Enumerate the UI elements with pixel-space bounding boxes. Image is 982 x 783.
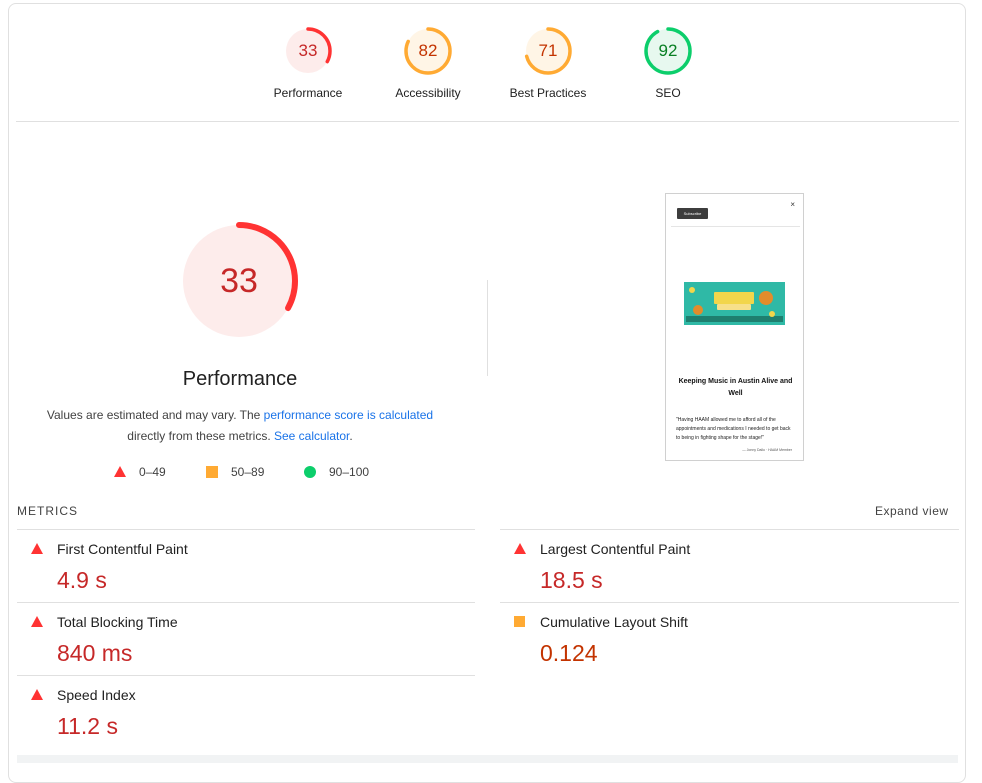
score-gauges: 33 Performance 82 Accessibility 71 Best …	[0, 0, 982, 125]
gauge-label: Performance	[273, 86, 343, 100]
metric-name: Largest Contentful Paint	[540, 541, 691, 557]
legend-fail: 0–49	[114, 465, 166, 479]
metric-value: 4.9 s	[57, 567, 107, 593]
legend-range: 0–49	[139, 465, 166, 479]
desc-text: .	[349, 429, 353, 443]
metric-name: Total Blocking Time	[57, 614, 178, 630]
triangle-icon	[31, 543, 43, 554]
gauge-seo[interactable]: 92 SEO	[613, 26, 723, 100]
bottom-bar	[17, 755, 958, 763]
desc-text: Values are estimated and may vary. The	[46, 408, 264, 422]
performance-gauge-large: 33	[178, 220, 300, 342]
score-calculated-link[interactable]: performance score is calculated	[264, 408, 433, 422]
gauge-performance[interactable]: 33 Performance	[253, 26, 363, 100]
gauge-score: 82	[418, 41, 438, 60]
metric-name: Speed Index	[57, 687, 136, 703]
metric-speed-index: Speed Index 11.2 s	[17, 679, 457, 749]
square-icon	[514, 616, 525, 627]
circle-icon	[304, 466, 316, 478]
metric-total-blocking-time: Total Blocking Time 840 ms	[17, 606, 457, 676]
performance-score: 33	[220, 262, 258, 300]
gauge-score: 92	[658, 41, 678, 60]
legend-range: 90–100	[329, 465, 370, 479]
metric-largest-contentful-paint: Largest Contentful Paint 18.5 s	[500, 533, 940, 603]
divider	[16, 121, 959, 122]
divider	[17, 529, 475, 530]
metric-name: Cumulative Layout Shift	[540, 614, 688, 630]
performance-description: Values are estimated and may vary. The p…	[40, 405, 440, 447]
divider	[671, 226, 800, 227]
gauge-label: Accessibility	[395, 86, 461, 100]
close-icon: ×	[790, 200, 795, 209]
square-icon	[206, 466, 218, 478]
metric-cumulative-layout-shift: Cumulative Layout Shift 0.124	[500, 606, 940, 676]
screenshot-cite: — Jonny Dallo · HAAM Member	[742, 448, 792, 452]
metric-value: 18.5 s	[540, 567, 603, 593]
divider	[500, 529, 959, 530]
gauge-accessibility[interactable]: 82 Accessibility	[373, 26, 483, 100]
gauge-label: Best Practices	[509, 86, 587, 100]
metric-value: 0.124	[540, 640, 598, 666]
desc-text: directly from these metrics.	[127, 429, 274, 443]
gauge-label: SEO	[655, 86, 681, 100]
final-screenshot[interactable]: Subscribe × Keeping Music in Austin Aliv…	[665, 193, 804, 461]
legend-pass: 90–100	[304, 465, 369, 479]
gauge-score: 33	[298, 41, 318, 60]
performance-title: Performance	[182, 368, 298, 390]
gauge-score: 71	[538, 41, 558, 60]
metrics-heading: METRICS	[17, 504, 78, 518]
metric-value: 840 ms	[57, 640, 133, 666]
triangle-icon	[31, 689, 43, 700]
artwork-graphic	[684, 282, 785, 325]
triangle-icon	[514, 543, 526, 554]
legend-range: 50–89	[231, 465, 265, 479]
vertical-divider	[487, 280, 488, 376]
screenshot-quote: "Having HAAM allowed me to afford all of…	[676, 417, 791, 441]
hearts-and-bands-artwork	[684, 282, 785, 325]
triangle-icon	[31, 616, 43, 627]
expand-view-button[interactable]: Expand view	[875, 504, 949, 518]
see-calculator-link[interactable]: See calculator	[274, 429, 349, 443]
metric-name: First Contentful Paint	[57, 541, 188, 557]
metric-value: 11.2 s	[57, 713, 118, 739]
metric-first-contentful-paint: First Contentful Paint 4.9 s	[17, 533, 457, 603]
triangle-icon	[114, 466, 126, 477]
screenshot-heading: Keeping Music in Austin Alive and Well	[678, 378, 793, 397]
gauge-best-practices[interactable]: 71 Best Practices	[493, 26, 603, 100]
subscribe-button: Subscribe	[677, 208, 708, 219]
legend-average: 50–89	[206, 465, 264, 479]
